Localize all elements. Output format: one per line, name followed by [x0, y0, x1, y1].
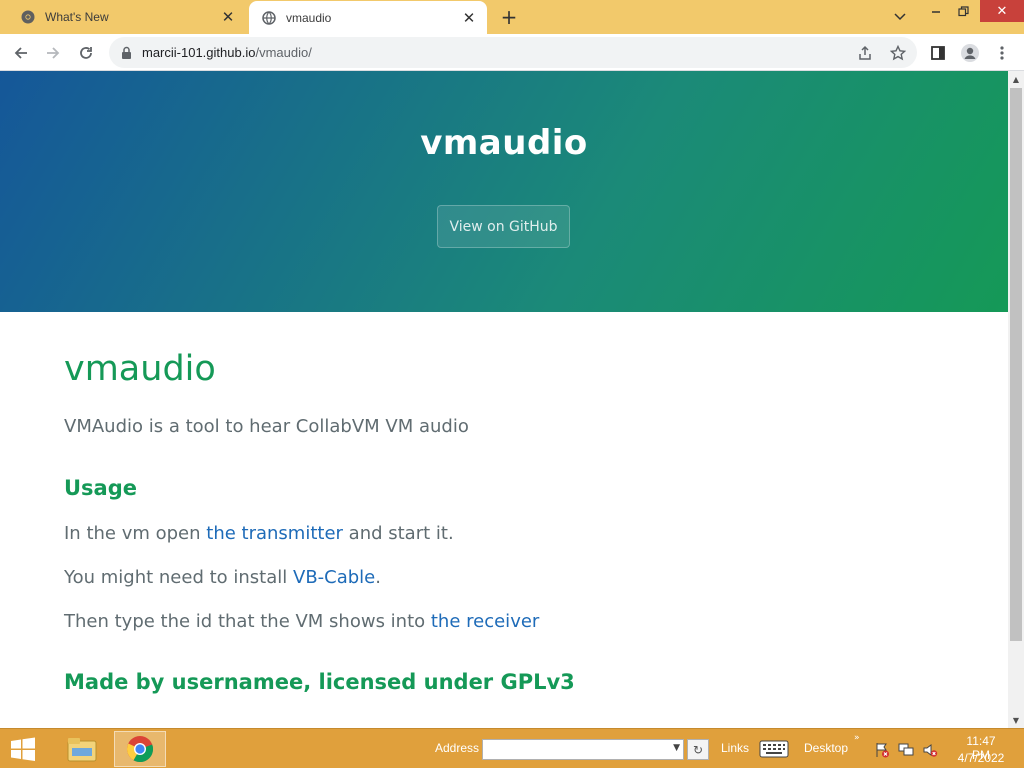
clock-date[interactable]: 4/7/2022	[956, 751, 1006, 765]
scroll-down-icon[interactable]: ▼	[1008, 712, 1024, 728]
minimize-button[interactable]	[925, 0, 947, 22]
vb-cable-link[interactable]: VB-Cable	[293, 567, 375, 588]
profile-icon[interactable]	[957, 40, 983, 66]
refresh-icon[interactable]: ↻	[687, 739, 709, 760]
close-icon[interactable]: ✕	[218, 7, 238, 27]
page-scrollbar[interactable]: ▲ ▼	[1008, 71, 1024, 728]
address-toolbar-label: Address	[435, 741, 480, 755]
project-name: vmaudio	[420, 123, 588, 163]
links-toolbar-label[interactable]: Links	[721, 741, 749, 755]
step-text: You might need to install	[64, 567, 293, 588]
reload-button[interactable]	[73, 40, 99, 66]
chrome-icon	[20, 9, 36, 25]
star-icon[interactable]	[888, 43, 908, 63]
menu-icon[interactable]	[989, 40, 1015, 66]
file-explorer-icon[interactable]	[56, 731, 108, 767]
close-icon[interactable]: ✕	[459, 8, 479, 28]
browser-toolbar: marcii-101.github.io/vmaudio/	[0, 34, 1024, 71]
share-icon[interactable]	[855, 43, 875, 63]
page-viewport: vmaudio View on GitHub vmaudio VMAudio i…	[0, 71, 1008, 728]
step-text: Then type the id that the VM shows into	[64, 611, 431, 632]
url-path: /vmaudio/	[255, 45, 312, 60]
tab-whats-new[interactable]: What's New ✕	[8, 0, 246, 34]
lock-icon[interactable]	[121, 45, 132, 64]
url-text: marcii-101.github.io/vmaudio/	[142, 45, 312, 60]
scrollbar-thumb[interactable]	[1010, 88, 1022, 641]
intro-text: VMAudio is a tool to hear CollabVM VM au…	[64, 416, 469, 437]
desktop-toolbar-label[interactable]: Desktop	[804, 741, 848, 755]
step-text: In the vm open	[64, 523, 207, 544]
page-header: vmaudio View on GitHub	[0, 71, 1008, 312]
taskbar: Address ▼ ↻ Links Desktop » 11:47 PM 4/7…	[0, 728, 1024, 768]
window-close-button[interactable]: ✕	[980, 0, 1024, 22]
forward-button[interactable]	[40, 40, 66, 66]
restore-button[interactable]	[952, 0, 974, 22]
chevron-down-icon[interactable]	[888, 6, 912, 28]
volume-icon[interactable]	[922, 742, 938, 758]
usage-step-3: Then type the id that the VM shows into …	[64, 611, 539, 632]
network-icon[interactable]	[898, 742, 914, 758]
tab-title: What's New	[45, 10, 109, 24]
side-panel-icon[interactable]	[925, 40, 951, 66]
chevron-down-icon[interactable]: ▼	[673, 743, 680, 753]
toolbar-overflow-icon[interactable]: »	[854, 733, 860, 743]
tab-title: vmaudio	[286, 10, 332, 25]
view-on-github-button[interactable]: View on GitHub	[437, 205, 570, 248]
tab-vmaudio[interactable]: vmaudio ✕	[249, 1, 487, 34]
address-toolbar-input[interactable]: ▼	[482, 739, 684, 760]
step-text: and start it.	[342, 523, 454, 544]
tab-strip: What's New ✕ vmaudio ✕ + ✕	[0, 0, 1024, 34]
usage-step-1: In the vm open the transmitter and start…	[64, 523, 454, 544]
back-button[interactable]	[8, 40, 34, 66]
receiver-link[interactable]: the receiver	[431, 611, 539, 632]
new-tab-button[interactable]: +	[498, 5, 520, 29]
license-heading: Made by usernamee, licensed under GPLv3	[64, 670, 575, 694]
step-text: .	[375, 567, 381, 588]
keyboard-icon[interactable]	[759, 740, 789, 758]
transmitter-link[interactable]: the transmitter	[206, 523, 343, 544]
page-title: vmaudio	[64, 349, 216, 389]
usage-step-2: You might need to install VB-Cable.	[64, 567, 381, 588]
globe-icon	[261, 10, 277, 26]
usage-heading: Usage	[64, 476, 137, 500]
windows-start-icon[interactable]	[8, 736, 38, 762]
url-host: marcii-101.github.io	[142, 45, 256, 60]
action-center-icon[interactable]	[874, 742, 890, 758]
chrome-icon[interactable]	[114, 731, 166, 767]
scroll-up-icon[interactable]: ▲	[1008, 71, 1024, 87]
address-bar[interactable]: marcii-101.github.io/vmaudio/	[109, 37, 917, 68]
